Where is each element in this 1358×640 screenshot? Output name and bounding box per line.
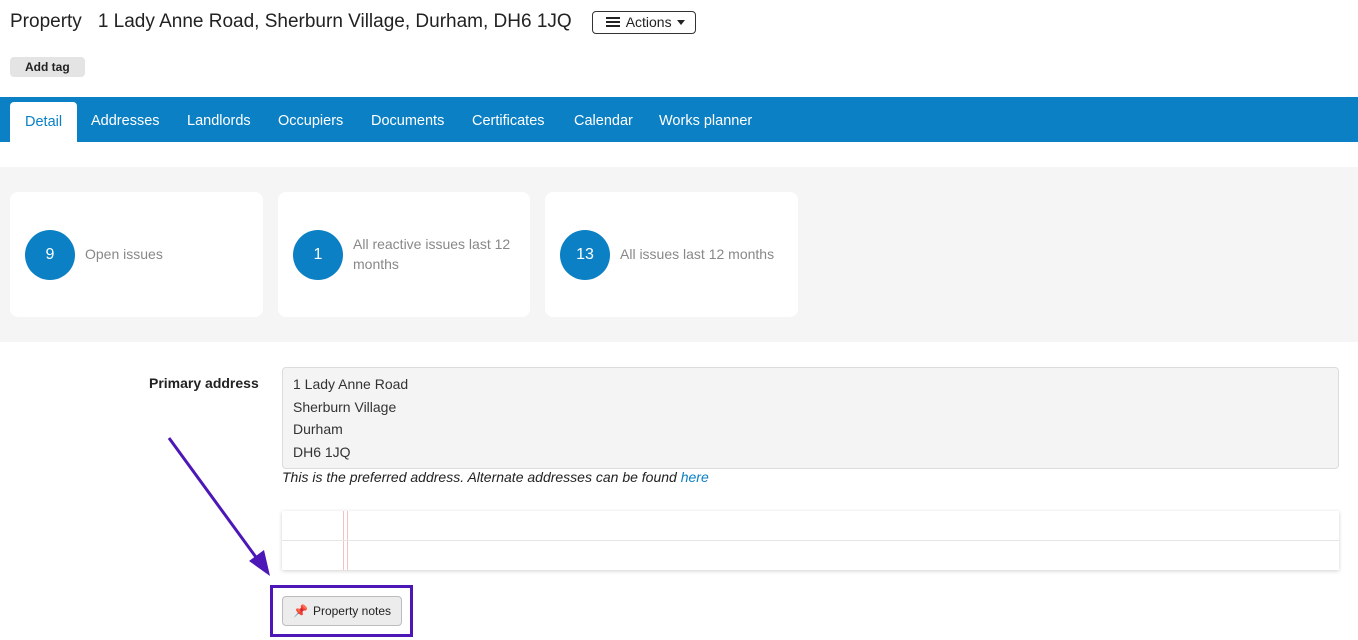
ruled-line bbox=[282, 540, 1339, 541]
caret-down-icon bbox=[676, 19, 685, 25]
address-line: 1 Lady Anne Road bbox=[293, 376, 409, 392]
address-note-text: This is the preferred address. Alternate… bbox=[282, 469, 677, 485]
stat-card-all-issues[interactable]: 13 All issues last 12 months bbox=[545, 192, 798, 317]
stat-count: 1 bbox=[293, 230, 343, 280]
notes-pad[interactable] bbox=[282, 511, 1339, 570]
preferred-address-note: This is the preferred address. Alternate… bbox=[282, 469, 709, 485]
address-line: Sherburn Village bbox=[293, 398, 397, 415]
primary-address-box: 1 Lady Anne Road Sherburn Village Durham… bbox=[282, 367, 1339, 469]
stat-label: All reactive issues last 12 months bbox=[353, 236, 511, 272]
tab-calendar[interactable]: Calendar bbox=[574, 97, 633, 142]
stat-count: 13 bbox=[560, 230, 610, 280]
alternate-addresses-link[interactable]: here bbox=[681, 469, 709, 485]
stat-count: 9 bbox=[25, 230, 75, 280]
primary-address-label: Primary address bbox=[149, 375, 259, 391]
tab-bar: Detail Addresses Landlords Occupiers Doc… bbox=[0, 97, 1358, 142]
page-header: Property 1 Lady Anne Road, Sherburn Vill… bbox=[10, 8, 696, 36]
stats-panel: 9 Open issues 1 All reactive issues last… bbox=[0, 167, 1358, 342]
stat-label: All issues last 12 months bbox=[620, 246, 775, 262]
address-line: DH6 1JQ bbox=[293, 443, 351, 460]
stat-label: Open issues bbox=[85, 246, 163, 262]
property-address-title: 1 Lady Anne Road, Sherburn Village, Durh… bbox=[97, 11, 572, 32]
actions-dropdown-button[interactable]: Actions bbox=[591, 10, 696, 34]
address-line: Durham bbox=[293, 421, 343, 437]
pin-icon: 📌 bbox=[293, 604, 308, 618]
property-notes-label: Property notes bbox=[312, 604, 391, 618]
tab-documents[interactable]: Documents bbox=[371, 97, 444, 142]
tab-certificates[interactable]: Certificates bbox=[472, 97, 545, 142]
stat-card-open-issues[interactable]: 9 Open issues bbox=[10, 192, 263, 317]
tab-addresses[interactable]: Addresses bbox=[91, 97, 160, 142]
actions-label: Actions bbox=[625, 14, 672, 30]
add-tag-button[interactable]: Add tag bbox=[10, 57, 85, 77]
tab-detail[interactable]: Detail bbox=[10, 102, 78, 142]
tab-works-planner[interactable]: Works planner bbox=[659, 97, 752, 142]
tab-occupiers[interactable]: Occupiers bbox=[278, 97, 343, 142]
property-notes-button[interactable]: 📌 Property notes bbox=[282, 596, 402, 626]
list-icon bbox=[605, 17, 620, 27]
page-title: Property bbox=[10, 11, 82, 32]
tab-landlords[interactable]: Landlords bbox=[187, 97, 251, 142]
stat-card-reactive-issues[interactable]: 1 All reactive issues last 12 months bbox=[278, 192, 530, 317]
